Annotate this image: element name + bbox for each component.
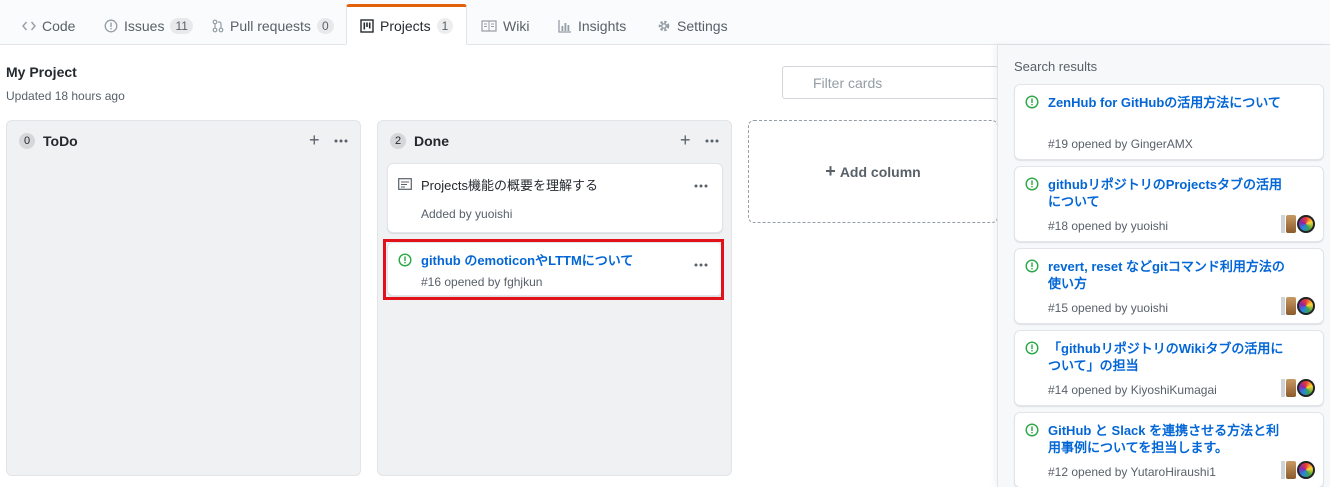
repo-nav: Code Issues 11 Pull requests 0 Projects …: [0, 0, 1330, 45]
note-card[interactable]: Projects機能の概要を理解する Added by yuoishi: [387, 163, 723, 233]
issue-opened-icon: [1025, 423, 1039, 440]
pull-requests-counter: 0: [316, 18, 334, 34]
column-menu-icon[interactable]: [705, 131, 719, 146]
tab-settings[interactable]: Settings: [651, 8, 734, 44]
assignee-avatars: [1281, 461, 1315, 479]
add-card-icon[interactable]: +: [680, 130, 691, 151]
issues-counter: 11: [170, 18, 193, 34]
note-icon: [398, 178, 412, 193]
column-header: 0 ToDo: [19, 133, 78, 149]
issue-title-link[interactable]: 「githubリポジトリのWikiタブの活用について」の担当: [1048, 340, 1288, 374]
add-card-icon[interactable]: +: [309, 130, 320, 151]
issue-opened-icon: [1025, 341, 1039, 358]
search-result-card[interactable]: GitHub と Slack を連携させる方法と利用事例についてを担当します。 …: [1014, 412, 1324, 487]
assignee-avatars: [1281, 215, 1315, 233]
tab-label: Settings: [677, 18, 728, 34]
issue-title-link[interactable]: github のemoticonやLTTMについて: [421, 252, 633, 269]
tab-wiki[interactable]: Wiki: [475, 8, 535, 44]
tab-label: Wiki: [503, 18, 530, 34]
project-icon: [360, 18, 374, 33]
issue-title-link[interactable]: revert, reset などgitコマンド利用方法の使い方: [1048, 258, 1288, 292]
note-added-by: Added by yuoishi: [421, 207, 513, 221]
graph-icon: [558, 19, 572, 33]
avatar: [1297, 461, 1315, 479]
book-icon: [481, 20, 497, 32]
avatar: [1286, 215, 1296, 233]
add-column-label: Add column: [839, 163, 921, 180]
tab-code[interactable]: Code: [16, 8, 81, 44]
issue-meta: #18 opened by yuoishi: [1048, 219, 1169, 233]
search-result-card[interactable]: githubリポジトリのProjectsタブの活用について #18 opened…: [1014, 166, 1324, 242]
avatar: [1297, 379, 1315, 397]
avatar: [1281, 297, 1285, 315]
code-icon: [22, 20, 36, 32]
tab-insights[interactable]: Insights: [552, 8, 632, 44]
tab-label: Code: [42, 18, 76, 34]
issue-title-link[interactable]: ZenHub for GitHubの活用方法について: [1048, 94, 1288, 111]
assignee-avatars: [1281, 297, 1315, 315]
column-card-count: 0: [19, 133, 35, 149]
avatar: [1286, 461, 1296, 479]
card-menu-icon[interactable]: [694, 176, 708, 191]
column-name: Done: [414, 133, 449, 149]
note-text: Projects機能の概要を理解する: [421, 178, 598, 193]
avatar: [1281, 461, 1285, 479]
column-todo: 0 ToDo +: [6, 120, 361, 476]
project-title: My Project: [6, 64, 77, 80]
issue-opened-icon: [1025, 177, 1039, 194]
tab-label: Issues: [124, 18, 165, 34]
issue-title-link[interactable]: GitHub と Slack を連携させる方法と利用事例についてを担当します。: [1048, 422, 1288, 456]
issue-meta: #15 opened by yuoishi: [1048, 301, 1169, 315]
search-result-card[interactable]: 「githubリポジトリのWikiタブの活用について」の担当 #14 opene…: [1014, 330, 1324, 406]
tab-projects[interactable]: Projects 1: [346, 4, 468, 45]
column-card-count: 2: [390, 133, 406, 149]
issue-opened-icon: [1025, 95, 1039, 112]
avatar: [1281, 215, 1285, 233]
search-results-pane: Search results ZenHub for GitHubの活用方法につい…: [997, 45, 1330, 487]
projects-counter: 1: [436, 17, 454, 34]
tab-issues[interactable]: Issues 11: [98, 8, 199, 44]
column-done: 2 Done + Projects機能の概要を理解する Added by yuo…: [377, 120, 732, 476]
issue-meta: #14 opened by KiyoshiKumagai: [1048, 383, 1217, 397]
project-updated: Updated 18 hours ago: [6, 89, 125, 103]
card-menu-icon[interactable]: [694, 255, 708, 270]
add-column-button[interactable]: + Add column: [748, 120, 998, 223]
issue-meta: #16 opened by fghjkun: [421, 275, 543, 289]
avatar: [1297, 297, 1315, 315]
tab-label: Projects: [380, 17, 431, 34]
issue-meta: #12 opened by YutaroHiraushi1: [1048, 465, 1216, 479]
assignee-avatars: [1281, 379, 1315, 397]
issue-meta: #19 opened by GingerAMX: [1048, 137, 1193, 151]
issue-title-link[interactable]: githubリポジトリのProjectsタブの活用について: [1048, 176, 1288, 210]
issue-opened-icon: [1025, 259, 1039, 276]
search-result-card[interactable]: revert, reset などgitコマンド利用方法の使い方 #15 open…: [1014, 248, 1324, 324]
tab-pull-requests[interactable]: Pull requests 0: [206, 8, 340, 44]
avatar: [1297, 215, 1315, 233]
search-result-card[interactable]: ZenHub for GitHubの活用方法について #19 opened by…: [1014, 84, 1324, 160]
gear-icon: [657, 19, 671, 33]
tab-label: Insights: [578, 18, 627, 34]
column-menu-icon[interactable]: [334, 131, 348, 146]
column-name: ToDo: [43, 133, 78, 149]
avatar: [1281, 379, 1285, 397]
search-results-title: Search results: [1014, 59, 1098, 74]
pull-request-icon: [212, 19, 224, 33]
issue-opened-icon: [398, 253, 412, 270]
issue-card[interactable]: github のemoticonやLTTMについて #16 opened by …: [387, 242, 723, 296]
plus-icon: +: [825, 161, 836, 181]
issue-opened-icon: [104, 19, 118, 33]
tab-label: Pull requests: [230, 18, 311, 34]
column-header: 2 Done: [390, 133, 449, 149]
avatar: [1286, 379, 1296, 397]
avatar: [1286, 297, 1296, 315]
filter-cards-input[interactable]: [782, 66, 1012, 99]
